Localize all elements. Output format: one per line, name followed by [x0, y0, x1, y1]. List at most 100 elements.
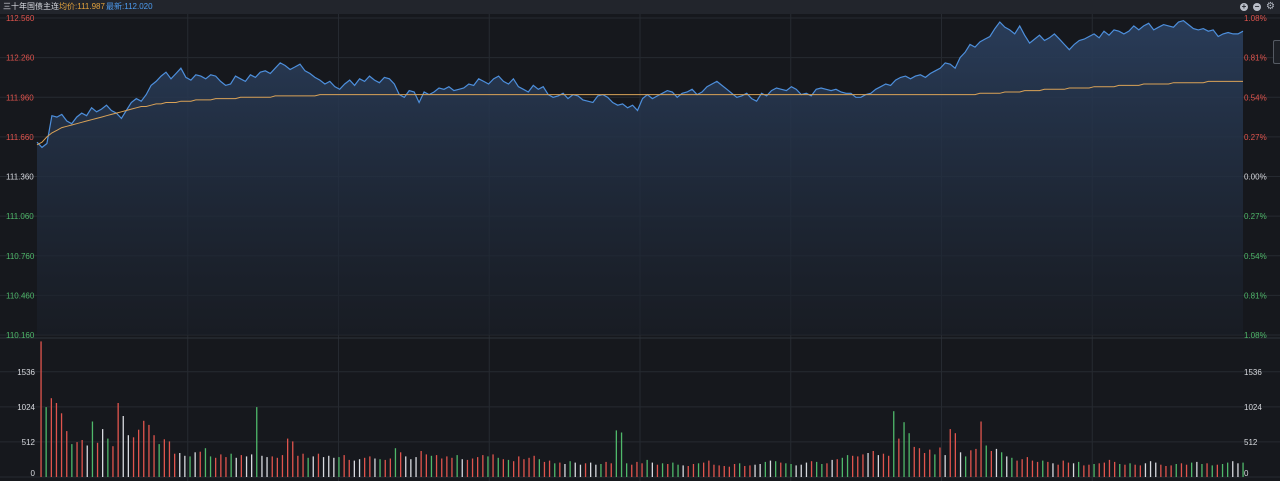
volume-bar: [143, 420, 145, 477]
volume-bar: [415, 457, 417, 477]
volume-bar: [107, 438, 109, 477]
price-axis-tick-label: 112.560: [6, 14, 35, 23]
volume-bar: [667, 464, 669, 477]
percent-axis-tick-label: 0.81%: [1244, 291, 1267, 300]
volume-bar: [240, 455, 242, 477]
volume-bar: [158, 444, 160, 477]
volume-bar: [877, 455, 879, 477]
volume-bar: [584, 463, 587, 477]
volume-bar: [1078, 461, 1080, 477]
price-axis-tick-label: 111.960: [6, 93, 34, 102]
volume-bar: [364, 457, 366, 477]
volume-bar: [548, 460, 551, 477]
volume-axis-tick-label-right: 512: [1244, 438, 1258, 447]
volume-bar: [251, 454, 253, 477]
volume-bar: [132, 437, 135, 477]
volume-bar: [333, 457, 335, 477]
volume-bar: [153, 435, 155, 477]
volume-bar: [703, 462, 705, 477]
volume-bar: [430, 455, 433, 477]
volume-bar: [564, 464, 566, 477]
volume-bar: [461, 459, 463, 477]
volume-bar: [1042, 460, 1044, 477]
volume-bar: [831, 459, 833, 477]
volume-bar: [55, 403, 58, 477]
volume-bar: [554, 463, 556, 477]
volume-bar: [841, 457, 843, 477]
volume-bar: [682, 465, 684, 477]
volume-bar: [487, 456, 489, 477]
volume-axis-tick-label-right: 1536: [1244, 368, 1262, 377]
volume-bar: [405, 456, 407, 477]
chart-canvas[interactable]: 112.560 1.08% 112.260 0.81% 111.960 0.54% 111.…: [0, 0, 1280, 481]
volume-bar: [846, 455, 849, 477]
volume-bar: [934, 454, 936, 477]
volume-bar: [590, 462, 592, 477]
volume-bar: [1160, 464, 1162, 477]
volume-bar: [230, 453, 232, 477]
volume-axis-tick-label-right: 0: [1244, 469, 1249, 478]
volume-bar: [456, 455, 458, 477]
volume-bar: [117, 403, 119, 477]
volume-bar: [975, 448, 977, 477]
volume-bar: [980, 421, 982, 477]
volume-bar: [477, 457, 479, 477]
volume-bar: [322, 457, 325, 477]
volume-bar: [1155, 462, 1157, 477]
volume-axis-tick-label: 0: [31, 469, 36, 478]
volume-bar: [1201, 464, 1203, 477]
volume-bar: [739, 463, 741, 477]
volume-bar: [204, 448, 207, 477]
volume-bar: [1031, 460, 1034, 477]
volume-bar: [122, 416, 124, 477]
volume-bar: [317, 453, 320, 477]
percent-axis-tick-label: 0.00%: [1244, 173, 1267, 182]
volume-bar: [76, 442, 78, 477]
volume-bar: [220, 454, 222, 477]
volume-bar: [990, 451, 992, 477]
volume-bar: [744, 466, 746, 477]
volume-bar: [1144, 463, 1147, 477]
volume-bar: [661, 463, 664, 477]
volume-bar: [867, 453, 869, 477]
volume-bar: [292, 441, 294, 477]
percent-axis-tick-label: 1.08%: [1244, 14, 1267, 23]
volume-bar: [425, 454, 427, 477]
volume-bar: [970, 450, 972, 477]
volume-bar: [1062, 460, 1064, 477]
volume-bar: [353, 460, 355, 477]
price-axis-tick-label: 110.460: [6, 291, 35, 300]
volume-bar: [1093, 464, 1095, 477]
volume-bar: [862, 454, 864, 477]
volume-bar: [538, 459, 540, 477]
volume-bar: [307, 457, 309, 477]
volume-bar: [1067, 462, 1070, 477]
percent-axis-tick-label: 1.08%: [1244, 331, 1267, 340]
volume-bar: [749, 465, 751, 477]
volume-bar: [1016, 460, 1018, 477]
volume-axis-tick-label-right: 1024: [1244, 403, 1262, 412]
volume-bar: [96, 442, 99, 478]
volume-bar: [50, 398, 52, 477]
volume-bar: [826, 463, 828, 477]
volume-bar: [1047, 461, 1049, 477]
volume-bar: [728, 466, 730, 477]
volume-bar: [446, 456, 448, 477]
volume-bar: [66, 431, 68, 477]
volume-bar: [713, 464, 715, 477]
volume-bar: [343, 455, 345, 477]
volume-bar: [939, 447, 941, 477]
volume-bar: [40, 341, 42, 477]
volume-bar: [1165, 466, 1167, 477]
side-scroll-handle[interactable]: [1273, 40, 1280, 64]
volume-bar: [1232, 461, 1234, 477]
volume-bar: [1134, 464, 1136, 477]
volume-bar: [775, 461, 777, 477]
volume-bar: [528, 457, 530, 477]
volume-bar: [1180, 463, 1183, 477]
volume-bar: [492, 454, 494, 477]
volume-bar: [379, 459, 381, 477]
volume-bar: [518, 456, 520, 477]
volume-bar: [923, 453, 926, 477]
volume-bar: [672, 462, 674, 477]
